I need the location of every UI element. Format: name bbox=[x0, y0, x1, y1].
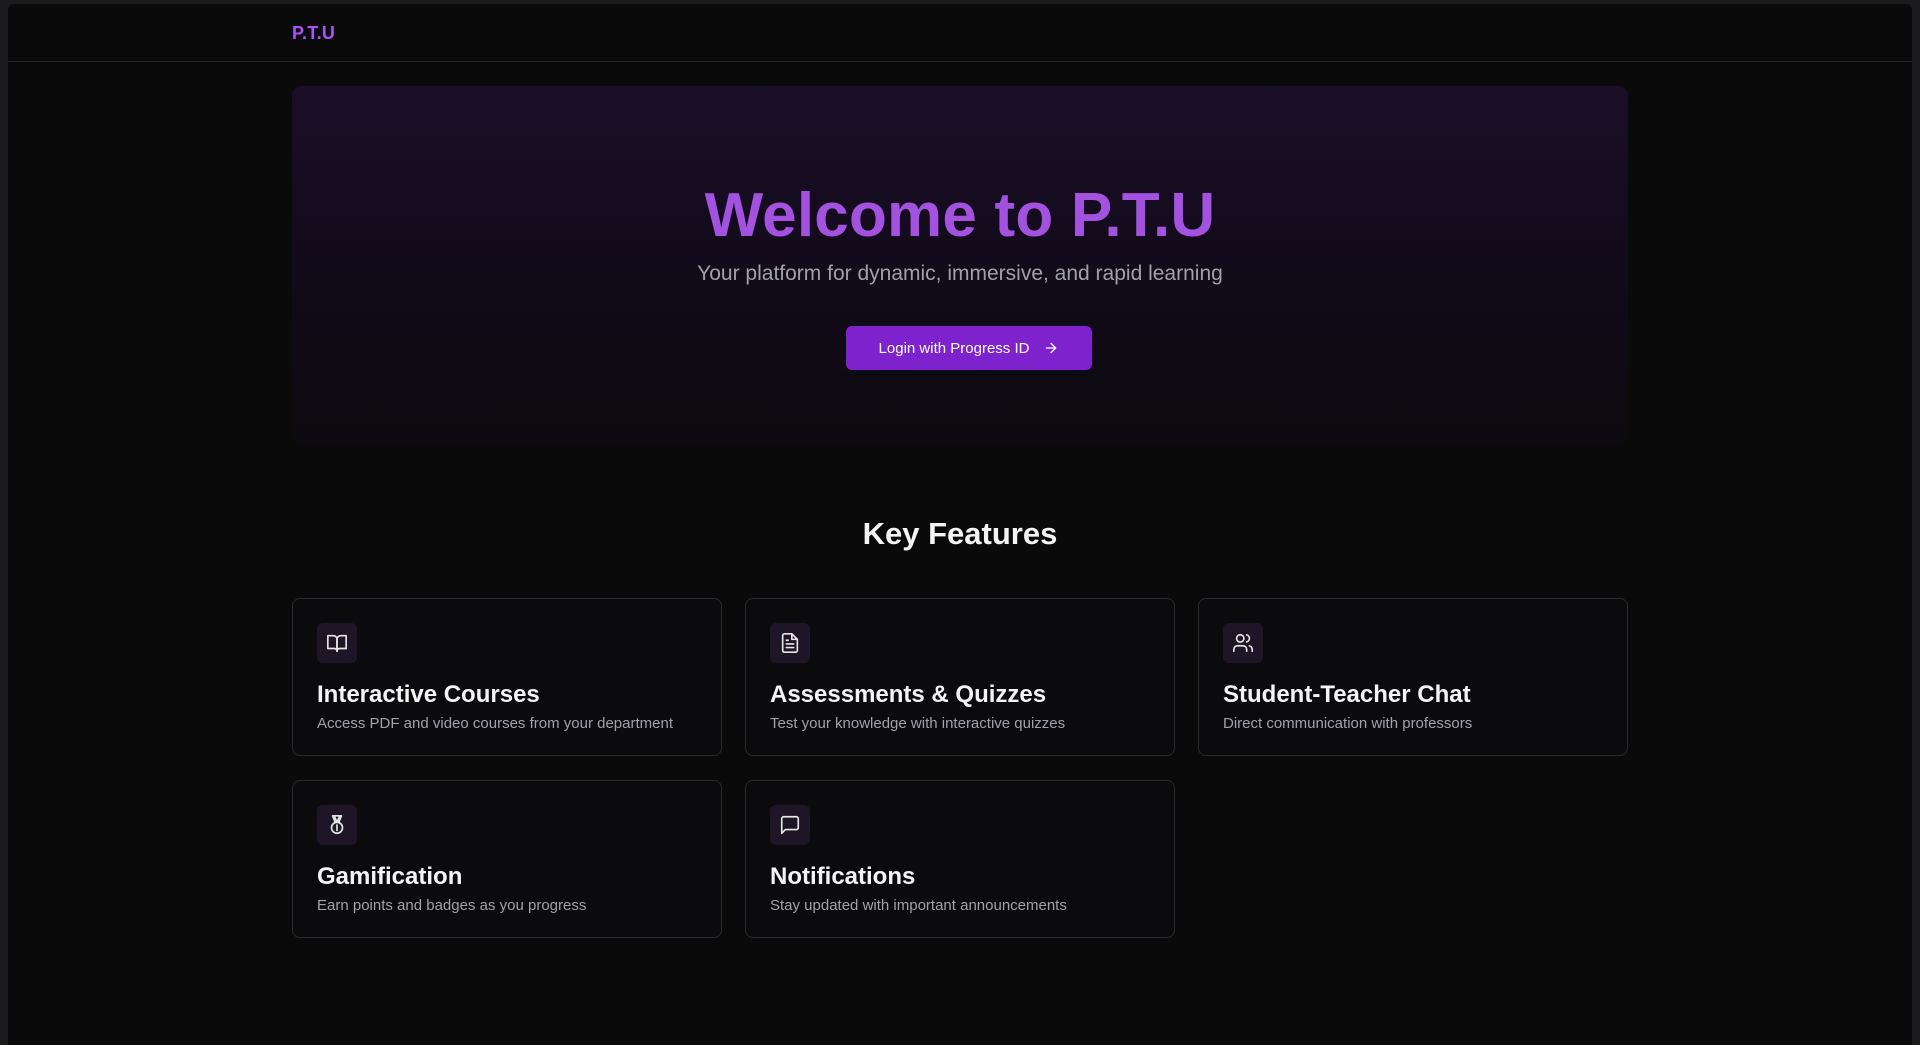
feature-card-interactive-courses[interactable]: Interactive Courses Access PDF and video… bbox=[292, 598, 722, 756]
hero-subtitle: Your platform for dynamic, immersive, an… bbox=[697, 262, 1223, 285]
features-heading: Key Features bbox=[862, 516, 1058, 551]
feature-description: Stay updated with important announcement… bbox=[770, 897, 1067, 914]
feature-description: Direct communication with professors bbox=[1223, 715, 1473, 732]
brand-logo[interactable]: P.T.U bbox=[292, 23, 335, 44]
book-open-icon bbox=[327, 634, 347, 653]
feature-title: Assessments & Quizzes bbox=[770, 681, 1047, 708]
feature-description: Access PDF and video courses from your d… bbox=[317, 715, 673, 732]
top-navbar: P.T.U bbox=[8, 4, 1912, 62]
arrow-right-icon bbox=[1046, 342, 1057, 354]
feature-title: Student-Teacher Chat bbox=[1223, 681, 1471, 708]
feature-title: Notifications bbox=[770, 863, 916, 890]
feature-card-assessments[interactable]: Assessments & Quizzes Test your knowledg… bbox=[745, 598, 1175, 756]
feature-title: Gamification bbox=[317, 863, 463, 890]
users-icon bbox=[1233, 633, 1253, 653]
feature-description: Earn points and badges as you progress bbox=[317, 897, 587, 914]
feature-icon-wrap bbox=[770, 623, 810, 663]
feature-card-student-teacher-chat[interactable]: Student-Teacher Chat Direct communicatio… bbox=[1198, 598, 1628, 756]
feature-card-gamification[interactable]: Gamification Earn points and badges as y… bbox=[292, 780, 722, 938]
feature-icon-wrap bbox=[770, 805, 810, 845]
medal-icon bbox=[330, 815, 344, 835]
feature-description: Test your knowledge with interactive qui… bbox=[770, 715, 1066, 732]
message-square-icon bbox=[780, 815, 800, 835]
feature-card-notifications[interactable]: Notifications Stay updated with importan… bbox=[745, 780, 1175, 938]
login-button[interactable]: Login with Progress ID bbox=[846, 326, 1092, 370]
hero-title: Welcome to P.T.U bbox=[704, 181, 1216, 250]
feature-title: Interactive Courses bbox=[317, 681, 540, 708]
hero-section: Welcome to P.T.U Your platform for dynam… bbox=[292, 86, 1628, 444]
file-text-icon bbox=[781, 633, 799, 653]
app-window: P.T.U Welcome to P.T.U Your platform for… bbox=[8, 4, 1912, 1045]
feature-icon-wrap bbox=[317, 623, 357, 663]
feature-icon-wrap bbox=[1223, 623, 1263, 663]
login-button-label: Login with Progress ID bbox=[878, 339, 1030, 357]
feature-icon-wrap bbox=[317, 805, 357, 845]
